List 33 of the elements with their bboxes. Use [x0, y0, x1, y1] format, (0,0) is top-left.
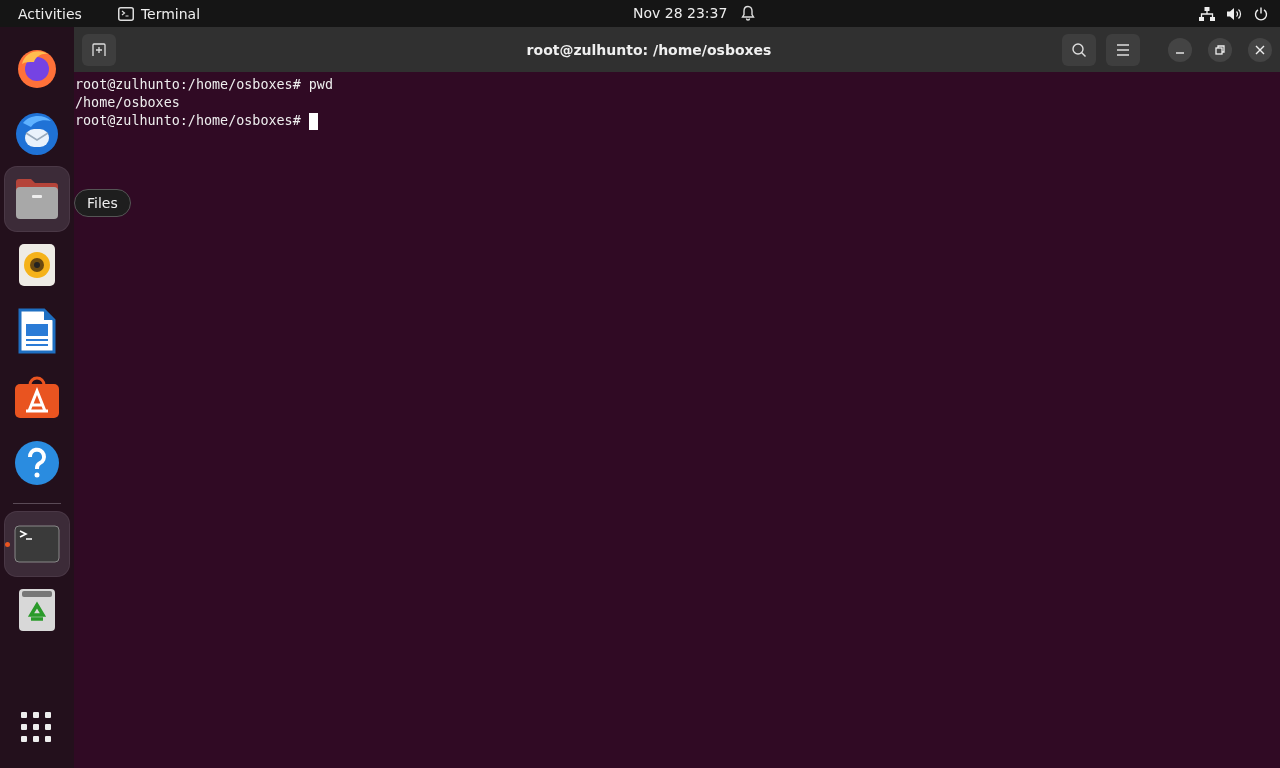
minimize-button[interactable]	[1168, 37, 1192, 62]
new-tab-icon	[92, 42, 106, 57]
menu-button[interactable]	[1106, 33, 1140, 66]
menu-icon	[1116, 43, 1130, 56]
document-icon	[18, 308, 56, 354]
terminal-icon	[14, 525, 60, 563]
window-title: root@zulhunto: /home/osboxes	[525, 41, 773, 58]
new-tab-button[interactable]	[82, 33, 116, 66]
folder-icon	[14, 178, 60, 220]
tooltip: Files	[74, 189, 131, 217]
power-icon[interactable]	[1254, 6, 1268, 21]
terminal-line: root@zulhunto:/home/osboxes#	[75, 112, 302, 130]
speaker-icon[interactable]	[1227, 6, 1242, 21]
activities-button[interactable]: Activities	[18, 5, 82, 22]
minimize-icon	[1175, 51, 1185, 54]
restore-icon	[1215, 44, 1225, 55]
close-icon	[1255, 44, 1265, 55]
restore-button[interactable]	[1208, 37, 1232, 62]
terminal-icon	[117, 6, 134, 21]
speaker-icon	[18, 243, 56, 287]
close-button[interactable]	[1248, 37, 1272, 62]
shopping-bag-icon	[14, 375, 60, 419]
search-button[interactable]	[1062, 33, 1096, 66]
app-grid-icon[interactable]	[21, 712, 53, 744]
terminal-line: root@zulhunto:/home/osboxes# pwd	[75, 76, 333, 94]
clock[interactable]: Nov 28 23:37	[633, 5, 728, 21]
trash-icon	[18, 588, 56, 632]
help-icon	[14, 440, 60, 486]
search-icon	[1071, 41, 1087, 58]
network-icon[interactable]	[1199, 6, 1215, 21]
bell-icon[interactable]	[741, 5, 756, 21]
terminal-line: /home/osboxes	[75, 94, 180, 112]
app-menu-label[interactable]: Terminal	[140, 5, 201, 22]
